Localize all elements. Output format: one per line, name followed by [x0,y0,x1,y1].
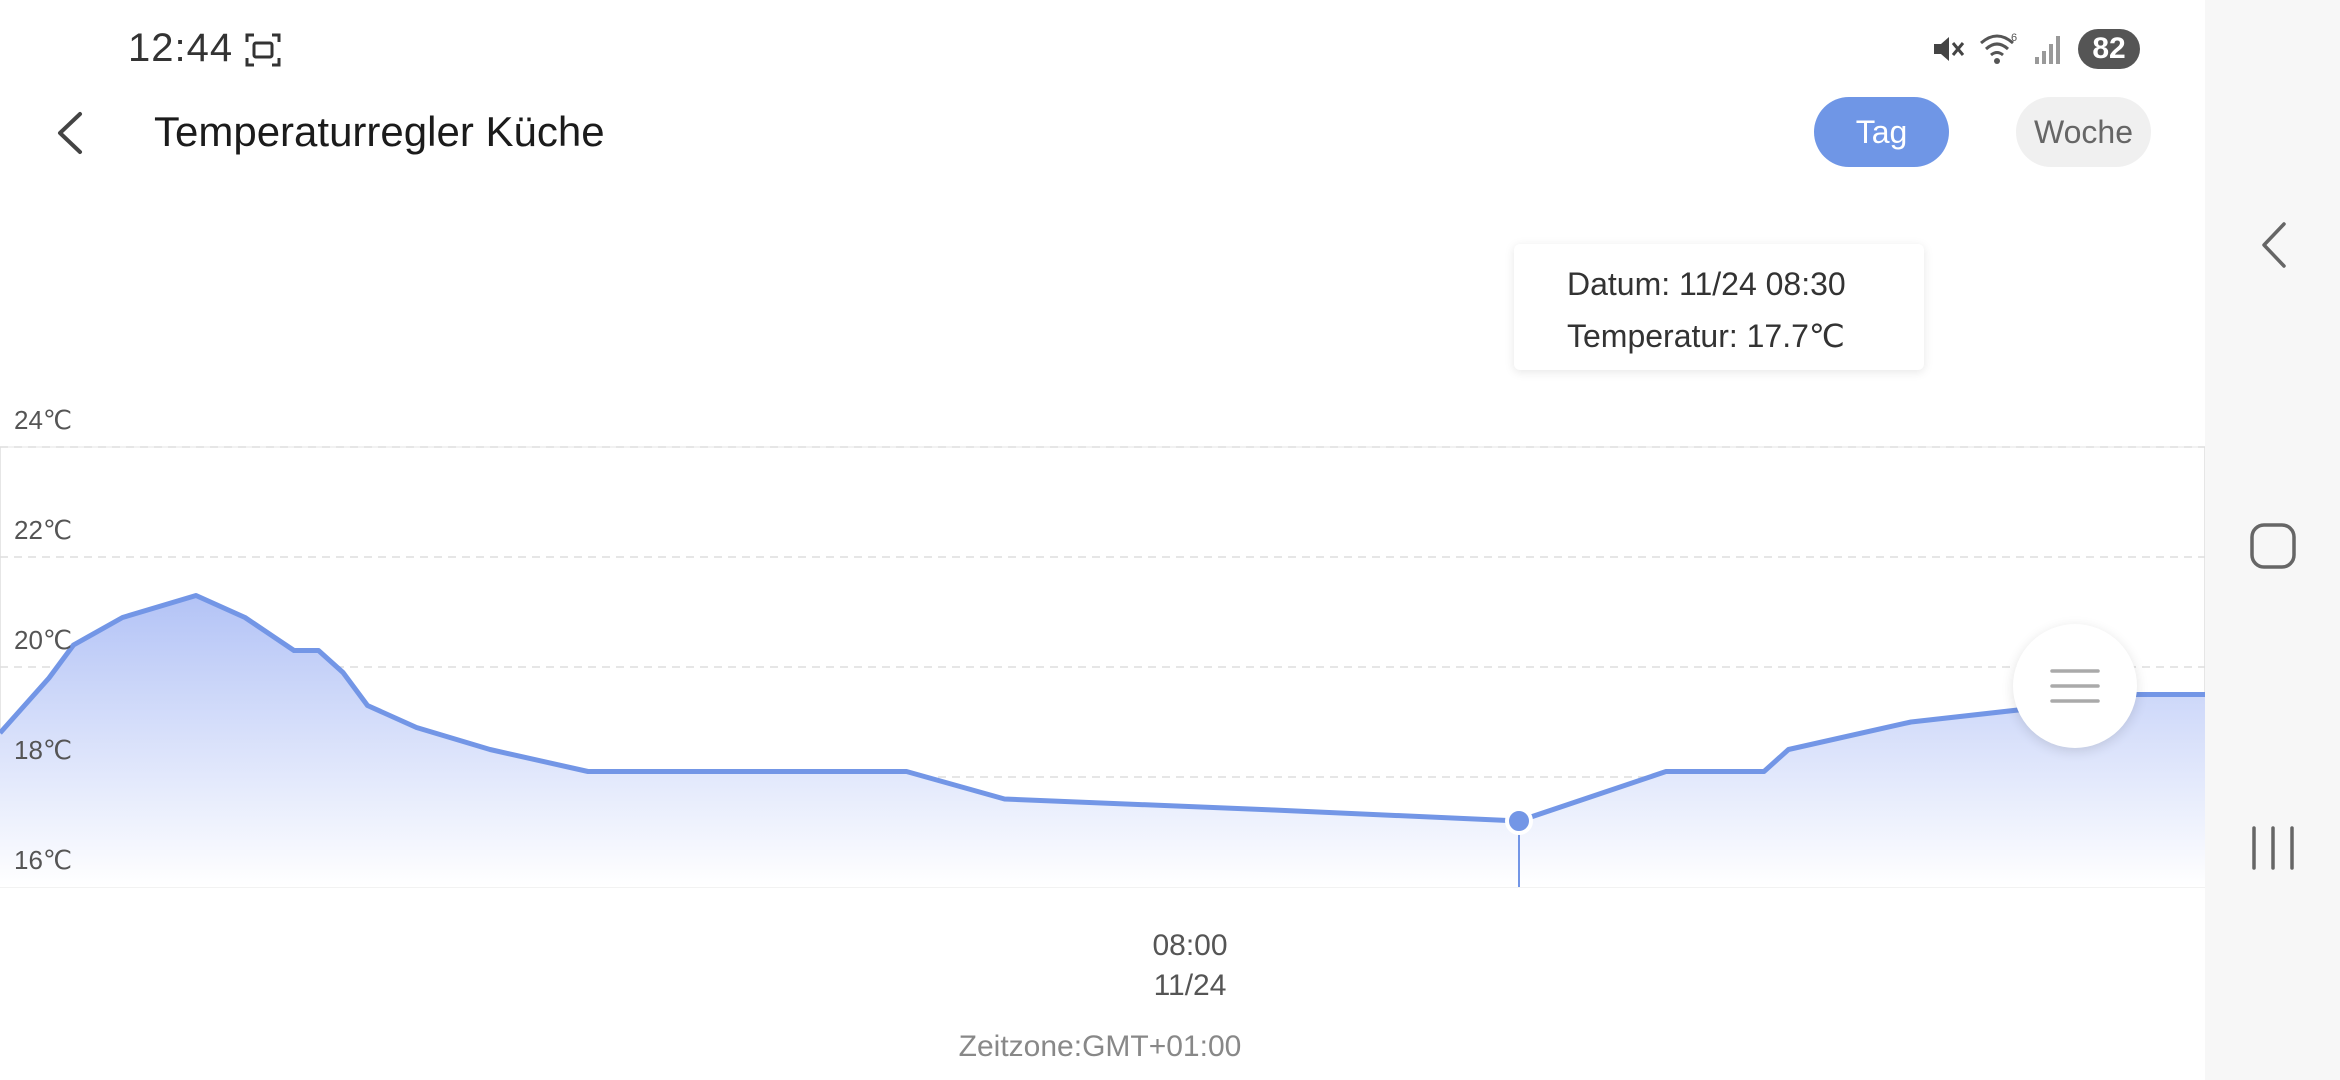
nav-recent-apps-icon[interactable] [2248,824,2298,872]
y-tick-label: 20℃ [14,625,72,655]
y-tick-label: 18℃ [14,735,72,765]
hamburger-icon [2050,669,2100,703]
tooltip-temperature: Temperatur: 17.7℃ [1567,318,1845,354]
app-content: 12:44 6 82 Temperaturregler Küche Tag Wo… [0,0,2205,1080]
temperature-area-fill [0,595,2205,887]
x-tick-time: 08:00 [1152,929,1228,962]
menu-button[interactable] [2013,624,2137,748]
nav-home-icon[interactable] [2249,522,2297,570]
tooltip-date: Datum: 11/24 08:30 [1567,266,1846,302]
y-tick-label: 24℃ [14,405,72,435]
nav-back-icon[interactable] [2256,218,2292,272]
y-tick-label: 22℃ [14,515,72,545]
chart-tooltip: Datum: 11/24 08:30 Temperatur: 17.7℃ [1514,244,1924,370]
y-tick-label: 16℃ [14,845,72,875]
screen: 12:44 6 82 Temperaturregler Küche Tag Wo… [0,0,2340,1080]
temperature-chart: 24℃ 22℃ 20℃ 18℃ 16℃ [0,405,2205,888]
timezone-label: Zeitzone:GMT+01:00 [958,1030,1242,1063]
x-tick-date: 11/24 [1153,969,1227,1002]
selected-data-point[interactable] [1505,807,1533,835]
